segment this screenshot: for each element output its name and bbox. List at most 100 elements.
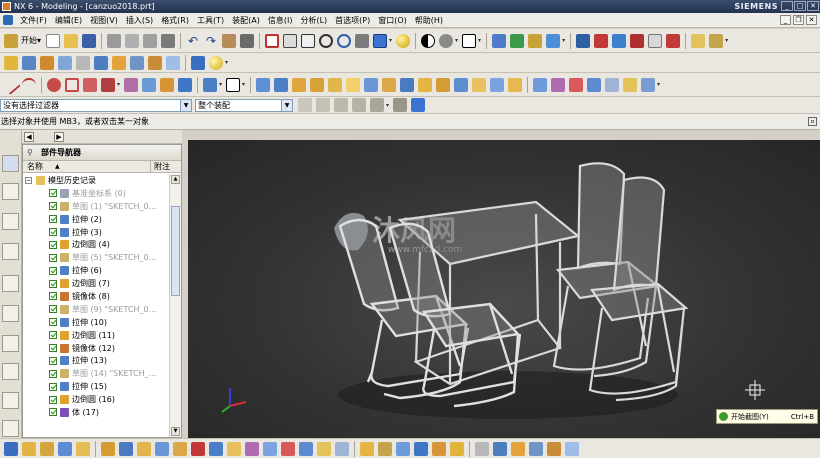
tree-row[interactable]: 边倒圆 (11)	[23, 329, 169, 342]
visibility-checkbox[interactable]	[49, 408, 57, 417]
pan-icon[interactable]	[355, 33, 370, 48]
tree-row[interactable]: 边倒圆 (7)	[23, 277, 169, 290]
datum-plane-icon[interactable]	[203, 77, 218, 92]
graphics-window[interactable]: 沐风网 www.mfcad.com	[188, 140, 820, 438]
intersection-icon[interactable]	[648, 33, 663, 48]
shell-body-icon[interactable]	[378, 441, 392, 456]
fit-icon[interactable]	[265, 33, 280, 48]
face-analysis-icon[interactable]	[511, 441, 525, 456]
tree-row[interactable]: 拉伸 (10)	[23, 316, 169, 329]
assembly-navigator-tab-icon[interactable]	[2, 183, 19, 200]
split-body-icon[interactable]	[328, 77, 343, 92]
save-icon[interactable]	[82, 33, 97, 48]
n-sided-icon[interactable]	[587, 77, 602, 92]
join-curve-icon[interactable]	[178, 77, 193, 92]
label-chamfer-icon[interactable]	[450, 441, 464, 456]
palette-tab-icon[interactable]	[2, 392, 19, 409]
pattern-icon[interactable]	[436, 77, 451, 92]
visibility-checkbox[interactable]	[49, 202, 57, 211]
sketch-icon[interactable]	[4, 55, 18, 70]
visibility-checkbox[interactable]	[49, 253, 57, 262]
draft-icon[interactable]	[400, 77, 415, 92]
menu-tools[interactable]: 工具(T)	[193, 15, 228, 26]
chevron-down-icon[interactable]: ▾	[478, 37, 481, 44]
visibility-checkbox[interactable]	[49, 382, 57, 391]
delete-face-icon[interactable]	[119, 441, 133, 456]
synchronous-modeling-icon[interactable]	[4, 441, 18, 456]
visibility-checkbox[interactable]	[49, 189, 57, 198]
pocket-icon[interactable]	[94, 55, 108, 70]
end-point-icon[interactable]	[594, 33, 609, 48]
redo-icon[interactable]: ↷	[204, 34, 218, 48]
visibility-checkbox[interactable]	[49, 318, 57, 327]
menu-help[interactable]: 帮助(H)	[411, 15, 447, 26]
doc-close-button[interactable]: ✕	[806, 15, 817, 25]
optimize-face-icon[interactable]	[414, 441, 428, 456]
visibility-checkbox[interactable]	[49, 279, 57, 288]
menu-window[interactable]: 窗口(O)	[374, 15, 411, 26]
tree-row[interactable]: 基准坐标系 (0)	[23, 187, 169, 200]
doc-minimize-button[interactable]: _	[780, 15, 791, 25]
make-tangent-icon[interactable]	[227, 441, 241, 456]
sew-icon[interactable]	[508, 77, 523, 92]
paste-icon[interactable]	[143, 33, 158, 48]
select-feature-icon[interactable]	[352, 98, 366, 112]
tree-row[interactable]: 拉伸 (13)	[23, 354, 169, 367]
chevron-down-icon[interactable]: ▾	[725, 37, 728, 44]
shell-icon[interactable]	[382, 77, 397, 92]
copy-face-icon[interactable]	[137, 441, 151, 456]
replace-blend-icon[interactable]	[432, 441, 446, 456]
trimmed-sheet-icon[interactable]	[641, 77, 656, 92]
extrude-icon[interactable]	[22, 55, 36, 70]
tree-row[interactable]: 草图 (9) "SKETCH_0...	[23, 303, 169, 316]
tree-root[interactable]: − 模型历史记录	[23, 174, 169, 187]
datum-csys-icon[interactable]	[226, 77, 241, 92]
make-perpendicular-icon[interactable]	[281, 441, 295, 456]
navigator-scrollbar[interactable]: ▲ ▼	[169, 174, 181, 437]
paste-face-icon[interactable]	[173, 441, 187, 456]
resize-blend-icon[interactable]	[101, 441, 115, 456]
cut-icon[interactable]	[107, 33, 122, 48]
offset-face-icon[interactable]	[472, 77, 487, 92]
snap-point-icon[interactable]	[576, 33, 591, 48]
minimize-button[interactable]: _	[781, 1, 793, 11]
radial-dimension-icon[interactable]	[335, 441, 349, 456]
lasso-select-icon[interactable]	[334, 98, 348, 112]
rectangle-icon[interactable]	[65, 77, 79, 92]
tree-row[interactable]: 拉伸 (2)	[23, 213, 169, 226]
collapse-icon[interactable]: −	[25, 176, 32, 184]
chevron-down-icon[interactable]: ▾	[386, 102, 389, 109]
chevron-down-icon[interactable]: ▾	[117, 81, 120, 88]
subtract-icon[interactable]	[274, 77, 289, 92]
forward-arrow-icon[interactable]: ▶	[54, 132, 64, 142]
visibility-checkbox[interactable]	[49, 266, 57, 275]
part-navigator-tab-icon[interactable]	[2, 155, 19, 172]
sphere-icon[interactable]	[209, 55, 223, 70]
chevron-down-icon[interactable]: ▾	[225, 59, 228, 66]
mid-point-icon[interactable]	[612, 33, 627, 48]
document-icon[interactable]	[3, 15, 13, 25]
cue-line-close-icon[interactable]: ▫	[808, 117, 817, 126]
make-coplanar-icon[interactable]	[191, 441, 205, 456]
group-face-icon[interactable]	[360, 441, 374, 456]
menu-insert[interactable]: 插入(S)	[122, 15, 157, 26]
emboss-icon[interactable]	[166, 55, 180, 70]
chevron-down-icon[interactable]: ▾	[242, 81, 245, 88]
start-icon[interactable]	[4, 33, 18, 48]
cut-face-icon[interactable]	[155, 441, 169, 456]
check-geometry-icon[interactable]	[565, 441, 579, 456]
chamfer-icon[interactable]	[364, 77, 379, 92]
system-scenes-tab-icon[interactable]	[2, 420, 19, 437]
chevron-down-icon[interactable]: ▾	[219, 81, 222, 88]
select-body-icon[interactable]	[411, 98, 426, 112]
extension-icon[interactable]	[623, 77, 638, 92]
scroll-up-icon[interactable]: ▲	[171, 175, 180, 184]
tree-row[interactable]: 草图 (1) "SKETCH_0...	[23, 200, 169, 213]
name-column-header[interactable]: 名称 ▲	[23, 161, 151, 172]
replace-face-icon[interactable]	[76, 441, 90, 456]
undo-icon[interactable]: ↶	[186, 34, 200, 48]
color-swatch-icon[interactable]	[462, 33, 477, 48]
constraint-navigator-tab-icon[interactable]	[2, 213, 19, 230]
start-menu-button[interactable]: 开始▾	[21, 35, 41, 46]
block-icon[interactable]	[191, 55, 205, 70]
